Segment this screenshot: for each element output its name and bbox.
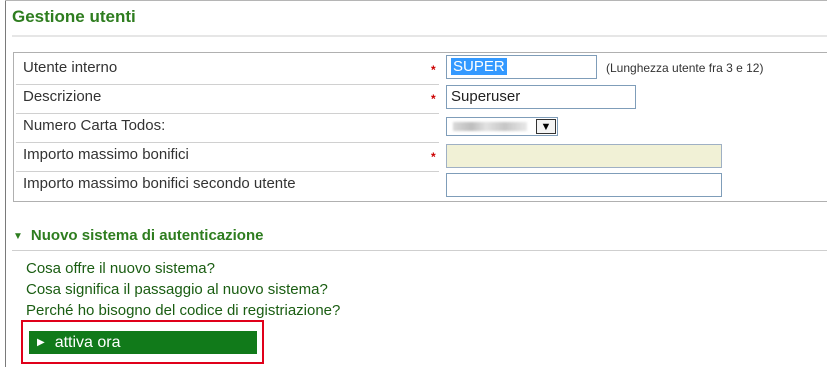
row-divider — [16, 84, 439, 85]
importo-secondo-utente-input[interactable] — [446, 173, 722, 197]
page-title: Gestione utenti — [12, 7, 136, 26]
length-hint: (Lunghezza utente fra 3 e 12) — [606, 61, 764, 75]
frame-top-border — [5, 0, 827, 1]
row-divider — [16, 142, 439, 143]
auth-section-title: Nuovo sistema di autenticazione — [30, 227, 264, 244]
required-marker: * — [431, 92, 436, 106]
numero-carta-select[interactable]: ▼ — [446, 117, 558, 136]
required-marker: * — [431, 63, 436, 77]
label-importo-secondo-utente: Importo massimo bonifici secondo utente — [23, 175, 296, 192]
link-perche-codice[interactable]: Perché ho bisogno del codice di registri… — [26, 302, 340, 319]
title-divider — [12, 35, 827, 37]
attiva-ora-label: attiva ora — [54, 333, 121, 351]
utente-interno-input[interactable]: SUPER — [446, 55, 597, 79]
section-divider — [12, 250, 827, 251]
descrizione-input[interactable]: Superuser — [446, 85, 636, 109]
importo-massimo-input[interactable] — [446, 144, 722, 168]
auth-section-toggle[interactable]: ▼ Nuovo sistema di autenticazione — [13, 227, 263, 244]
utente-interno-value: SUPER — [451, 58, 507, 75]
label-descrizione: Descrizione — [23, 88, 102, 105]
label-utente-interno: Utente interno — [23, 59, 118, 76]
label-importo-massimo: Importo massimo bonifici — [23, 146, 189, 163]
row-divider — [16, 171, 439, 172]
obscured-value — [453, 122, 527, 131]
row-divider — [16, 113, 439, 114]
attiva-ora-button[interactable]: ▶ attiva ora — [29, 331, 257, 354]
chevron-down-icon[interactable]: ▼ — [536, 119, 556, 134]
frame-left-border — [5, 0, 6, 367]
label-numero-carta: Numero Carta Todos: — [23, 117, 166, 134]
link-cosa-offre[interactable]: Cosa offre il nuovo sistema? — [26, 260, 215, 277]
required-marker: * — [431, 150, 436, 164]
triangle-down-icon: ▼ — [13, 231, 23, 242]
triangle-right-icon: ▶ — [37, 337, 45, 348]
link-cosa-significa[interactable]: Cosa significa il passaggio al nuovo sis… — [26, 281, 328, 298]
